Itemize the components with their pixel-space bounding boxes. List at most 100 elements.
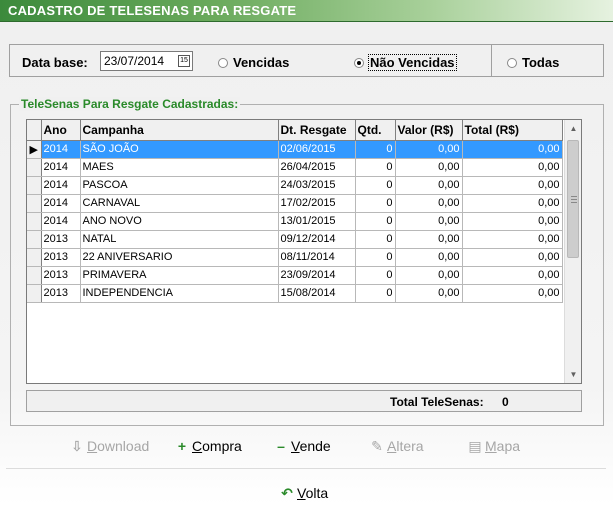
radio-nao-vencidas[interactable]: Não Vencidas — [354, 54, 457, 71]
cell-dt-resgate: 08/11/2014 — [278, 248, 356, 267]
col-valor[interactable]: Valor (R$) — [395, 120, 463, 141]
cell-campanha: 22 ANIVERSARIO — [80, 248, 279, 267]
radio-todas-label: Todas — [522, 55, 560, 70]
date-base-input[interactable]: 23/07/2014 15 — [100, 51, 193, 71]
cell-ano: 2013 — [41, 266, 81, 285]
cell-campanha: PASCOA — [80, 176, 279, 195]
cell-campanha: CARNAVAL — [80, 194, 279, 213]
vertical-scrollbar[interactable]: ▲ ▼ — [564, 120, 581, 383]
table-row[interactable]: 2014 CARNAVAL 17/02/2015 0 0,00 0,00 — [27, 194, 563, 213]
cell-qtd: 0 — [355, 158, 396, 177]
cell-ano: 2014 — [41, 140, 81, 159]
cell-qtd: 0 — [355, 212, 396, 231]
cell-ano: 2013 — [41, 230, 81, 249]
cell-qtd: 0 — [355, 284, 396, 303]
row-indicator[interactable] — [27, 176, 42, 195]
total-telesenas-label: Total TeleSenas: — [390, 395, 484, 409]
cell-total: 0,00 — [462, 284, 563, 303]
row-indicator[interactable] — [27, 194, 42, 213]
cell-qtd: 0 — [355, 140, 396, 159]
cell-total: 0,00 — [462, 176, 563, 195]
scroll-down-icon[interactable]: ▼ — [565, 366, 582, 383]
cell-valor: 0,00 — [395, 212, 463, 231]
scroll-up-icon[interactable]: ▲ — [565, 120, 582, 137]
cell-valor: 0,00 — [395, 248, 463, 267]
col-total[interactable]: Total (R$) — [462, 120, 563, 141]
cell-qtd: 0 — [355, 266, 396, 285]
table-row[interactable]: 2013 PRIMAVERA 23/09/2014 0 0,00 0,00 — [27, 266, 563, 285]
table-row[interactable]: ▶ 2014 SÃO JOÃO 02/06/2015 0 0,00 0,00 — [27, 140, 563, 159]
table-row[interactable]: 2014 MAES 26/04/2015 0 0,00 0,00 — [27, 158, 563, 177]
radio-checked-icon — [354, 58, 364, 68]
cell-dt-resgate: 24/03/2015 — [278, 176, 356, 195]
cell-ano: 2014 — [41, 158, 81, 177]
minus-icon: – — [277, 438, 285, 454]
col-campanha[interactable]: Campanha — [80, 120, 279, 141]
mapa-button[interactable]: ▤ Mapa — [468, 438, 520, 455]
date-base-label: Data base: — [22, 55, 88, 70]
cell-valor: 0,00 — [395, 194, 463, 213]
table-row[interactable]: 2013 NATAL 09/12/2014 0 0,00 0,00 — [27, 230, 563, 249]
date-base-value: 23/07/2014 — [104, 54, 165, 68]
edit-icon: ✎ — [371, 438, 383, 454]
cell-campanha: NATAL — [80, 230, 279, 249]
title-bar: CADASTRO DE TELESENAS PARA RESGATE — [0, 0, 613, 22]
col-dt-resgate[interactable]: Dt. Resgate — [278, 120, 356, 141]
cell-ano: 2013 — [41, 284, 81, 303]
cell-valor: 0,00 — [395, 158, 463, 177]
calendar-icon[interactable]: 15 — [178, 55, 190, 67]
download-button[interactable]: ⇩ Download — [70, 438, 149, 455]
table-row[interactable]: 2013 22 ANIVERSARIO 08/11/2014 0 0,00 0,00 — [27, 248, 563, 267]
telesenas-table: Ano Campanha Dt. Resgate Qtd. Valor (R$)… — [27, 120, 563, 303]
row-pointer-icon[interactable]: ▶ — [27, 140, 42, 159]
cell-ano: 2014 — [41, 176, 81, 195]
table-row[interactable]: 2014 PASCOA 24/03/2015 0 0,00 0,00 — [27, 176, 563, 195]
filter-panel: Data base: 23/07/2014 15 Vencidas Não Ve… — [9, 44, 604, 77]
telesenas-grid[interactable]: Ano Campanha Dt. Resgate Qtd. Valor (R$)… — [26, 119, 582, 384]
volta-button[interactable]: ↶ Volta — [280, 485, 328, 502]
radio-nao-vencidas-label: Não Vencidas — [368, 54, 457, 71]
compra-button[interactable]: + Compra — [175, 438, 242, 454]
cell-qtd: 0 — [355, 230, 396, 249]
window-title: CADASTRO DE TELESENAS PARA RESGATE — [8, 3, 297, 18]
cell-dt-resgate: 09/12/2014 — [278, 230, 356, 249]
cell-dt-resgate: 13/01/2015 — [278, 212, 356, 231]
cell-valor: 0,00 — [395, 266, 463, 285]
col-qtd[interactable]: Qtd. — [355, 120, 396, 141]
cell-total: 0,00 — [462, 212, 563, 231]
cell-total: 0,00 — [462, 158, 563, 177]
radio-vencidas[interactable]: Vencidas — [218, 55, 289, 70]
cell-total: 0,00 — [462, 230, 563, 249]
radio-circle-icon — [218, 58, 228, 68]
row-indicator[interactable] — [27, 248, 42, 267]
cell-dt-resgate: 23/09/2014 — [278, 266, 356, 285]
radio-circle-icon — [507, 58, 517, 68]
totals-bar: Total TeleSenas: 0 — [26, 390, 582, 412]
cell-valor: 0,00 — [395, 140, 463, 159]
cell-campanha: SÃO JOÃO — [80, 140, 279, 159]
row-indicator[interactable] — [27, 212, 42, 231]
row-indicator[interactable] — [27, 158, 42, 177]
group-title: TeleSenas Para Resgate Cadastradas: — [19, 97, 241, 111]
footer-divider — [6, 468, 606, 469]
altera-button[interactable]: ✎ Altera — [370, 438, 423, 455]
download-icon: ⇩ — [71, 438, 83, 454]
vende-button[interactable]: – Vende — [274, 438, 331, 454]
cell-campanha: INDEPENDENCIA — [80, 284, 279, 303]
row-indicator[interactable] — [27, 266, 42, 285]
row-indicator[interactable] — [27, 284, 42, 303]
table-body: ▶ 2014 SÃO JOÃO 02/06/2015 0 0,00 0,00 2014 MAES… — [27, 140, 563, 303]
scroll-thumb[interactable] — [567, 140, 579, 258]
radio-todas[interactable]: Todas — [507, 55, 559, 70]
grip-icon — [571, 196, 577, 203]
table-row[interactable]: 2014 ANO NOVO 13/01/2015 0 0,00 0,00 — [27, 212, 563, 231]
cell-dt-resgate: 26/04/2015 — [278, 158, 356, 177]
cell-dt-resgate: 17/02/2015 — [278, 194, 356, 213]
table-row[interactable]: 2013 INDEPENDENCIA 15/08/2014 0 0,00 0,00 — [27, 284, 563, 303]
col-ano[interactable]: Ano — [41, 120, 81, 141]
cell-ano: 2014 — [41, 212, 81, 231]
cell-total: 0,00 — [462, 248, 563, 267]
cell-total: 0,00 — [462, 194, 563, 213]
row-indicator[interactable] — [27, 230, 42, 249]
cell-qtd: 0 — [355, 176, 396, 195]
